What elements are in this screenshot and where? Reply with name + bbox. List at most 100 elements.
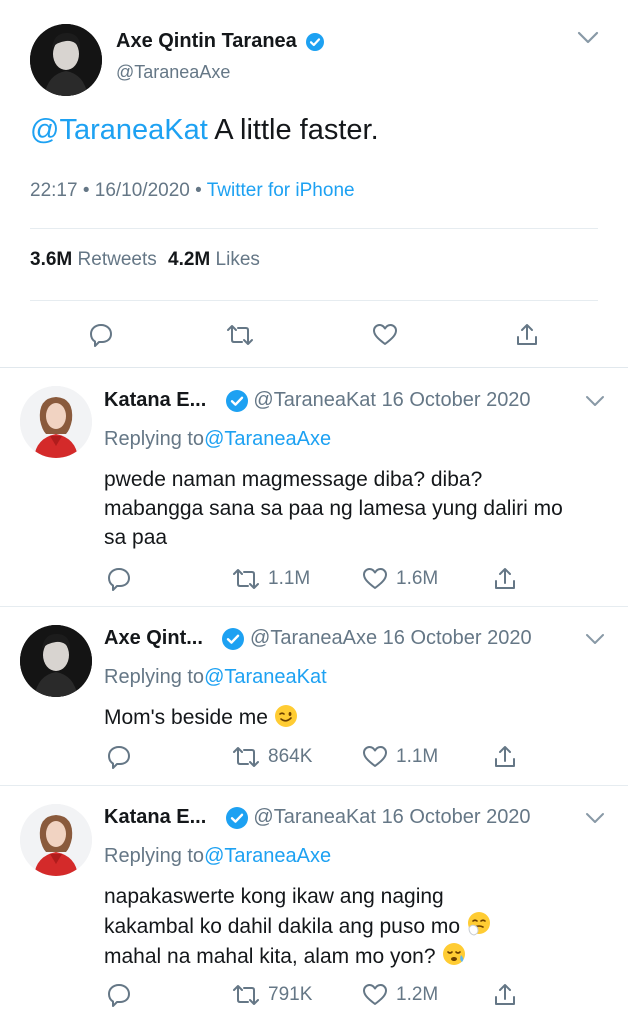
chevron-down-icon[interactable] [584, 394, 606, 408]
winking-face-emoji [274, 705, 297, 727]
retweet-icon [233, 747, 259, 767]
verified-badge-icon [225, 806, 248, 829]
reply-text-row: Mom's beside me [104, 703, 298, 732]
reply-button[interactable] [88, 322, 114, 353]
like-button[interactable]: 1.1M [362, 744, 438, 770]
share-icon [517, 324, 537, 345]
reply-avatar[interactable] [20, 625, 92, 697]
reply-avatar[interactable] [20, 804, 92, 876]
likes-count: 4.2M [168, 249, 211, 270]
divider [30, 300, 598, 301]
divider [0, 606, 628, 607]
reply-author-name[interactable]: Katana E... [104, 389, 206, 411]
replying-label: Replying to [104, 666, 205, 688]
chevron-down-icon[interactable] [576, 30, 600, 46]
mention-link[interactable]: @TaraneaKat [30, 114, 208, 146]
retweet-count: 864K [268, 746, 313, 767]
reply-text-line-row: kakambal ko dahil dakila ang puso mo [104, 911, 492, 941]
divider [0, 367, 628, 368]
reply-author-handle[interactable]: @TaraneaAxe [250, 627, 377, 649]
retweet-count: 791K [268, 984, 313, 1005]
replying-to: Replying to@TaraneaAxe [104, 428, 331, 451]
like-button[interactable]: 1.6M [362, 566, 438, 592]
verified-badge-icon [306, 32, 325, 51]
retweet-count: 1.1M [268, 568, 311, 589]
sleepy-face-emoji [443, 943, 466, 965]
retweet-icon [233, 569, 259, 589]
verified-badge-icon [222, 627, 245, 650]
retweet-icon [227, 325, 253, 345]
retweets-stat[interactable]: 3.6M Retweets [30, 249, 162, 270]
heart-icon [363, 746, 387, 767]
replying-to-link[interactable]: @TaraneaAxe [204, 428, 331, 450]
reply-icon [108, 568, 130, 591]
tweet-text: @TaraneaKat A little faster. [30, 114, 379, 147]
reply-button[interactable] [106, 982, 132, 1008]
retweet-button[interactable]: 864K [232, 744, 312, 770]
retweet-button[interactable]: 791K [232, 982, 312, 1008]
sneezing-face-emoji [467, 912, 490, 936]
reply-text: pwede naman magmessage diba? diba? maban… [104, 468, 563, 549]
reply-icon [108, 984, 130, 1007]
share-button[interactable] [492, 744, 518, 770]
reply-text-line: kakambal ko dahil dakila ang puso mo [104, 915, 461, 938]
likes-stat[interactable]: 4.2M Likes [168, 249, 260, 270]
heart-icon [373, 324, 397, 345]
like-count: 1.1M [396, 746, 439, 767]
retweet-button[interactable]: 1.1M [232, 566, 310, 592]
meta-dot: • [82, 180, 95, 201]
like-count: 1.6M [396, 568, 439, 589]
meta-dot: • [195, 180, 207, 201]
tweet-time: 22:17 [30, 180, 78, 201]
divider [0, 785, 628, 786]
retweet-button[interactable] [226, 322, 254, 353]
reply-button[interactable] [106, 566, 132, 592]
author-name[interactable]: Axe Qintin Taranea [116, 30, 325, 53]
reply-author-name[interactable]: Katana E... [104, 806, 206, 828]
replying-to-link[interactable]: @TaraneaAxe [204, 845, 331, 867]
replying-to: Replying to@TaraneaKat [104, 666, 327, 689]
share-button[interactable] [492, 982, 518, 1008]
reply-text-line: mahal na mahal kita, alam mo yon? [104, 945, 436, 968]
reply-author-row: Katana E... @TaraneaKat 16 October 2020 [104, 806, 531, 829]
reply-date: 16 October 2020 [382, 627, 532, 649]
like-button[interactable]: 1.2M [362, 982, 438, 1008]
verified-badge-icon [225, 389, 248, 412]
replying-to: Replying to@TaraneaAxe [104, 845, 331, 868]
chevron-down-icon[interactable] [584, 811, 606, 825]
chevron-down-icon[interactable] [584, 632, 606, 646]
author-avatar[interactable] [30, 24, 102, 96]
like-button[interactable] [372, 322, 398, 353]
replying-label: Replying to [104, 428, 205, 450]
reply-text: Mom's beside me [104, 706, 268, 729]
heart-icon [363, 568, 387, 589]
retweet-icon [233, 985, 259, 1005]
tweet-stats: 3.6M Retweets 4.2M Likes [30, 249, 260, 271]
reply-author-handle[interactable]: @TaraneaKat [253, 389, 376, 411]
reply-date: 16 October 2020 [381, 389, 531, 411]
divider [30, 228, 598, 229]
reply-avatar[interactable] [20, 386, 92, 458]
author-handle[interactable]: @TaraneaAxe [116, 62, 230, 83]
tweet-date: 16/10/2020 [94, 180, 190, 201]
heart-icon [363, 984, 387, 1005]
share-icon [495, 568, 515, 589]
reply-button[interactable] [106, 744, 132, 770]
reply-icon [90, 324, 112, 347]
likes-label: Likes [215, 249, 260, 270]
tweet-body: A little faster. [207, 114, 379, 146]
tweet-source-link[interactable]: Twitter for iPhone [207, 180, 355, 201]
replying-label: Replying to [104, 845, 205, 867]
like-count: 1.2M [396, 984, 439, 1005]
share-button[interactable] [514, 322, 540, 353]
tweet-meta: 22:17 • 16/10/2020 • Twitter for iPhone [30, 180, 355, 202]
share-icon [495, 984, 515, 1005]
reply-author-name[interactable]: Axe Qint... [104, 627, 203, 649]
reply-author-row: Axe Qint... @TaraneaAxe 16 October 2020 [104, 627, 532, 650]
reply-author-handle[interactable]: @TaraneaKat [253, 806, 376, 828]
author-name-text[interactable]: Axe Qintin Taranea [116, 30, 297, 52]
reply-author-row: Katana E... @TaraneaKat 16 October 2020 [104, 389, 531, 412]
retweets-count: 3.6M [30, 249, 73, 270]
replying-to-link[interactable]: @TaraneaKat [204, 666, 327, 688]
share-button[interactable] [492, 566, 518, 592]
